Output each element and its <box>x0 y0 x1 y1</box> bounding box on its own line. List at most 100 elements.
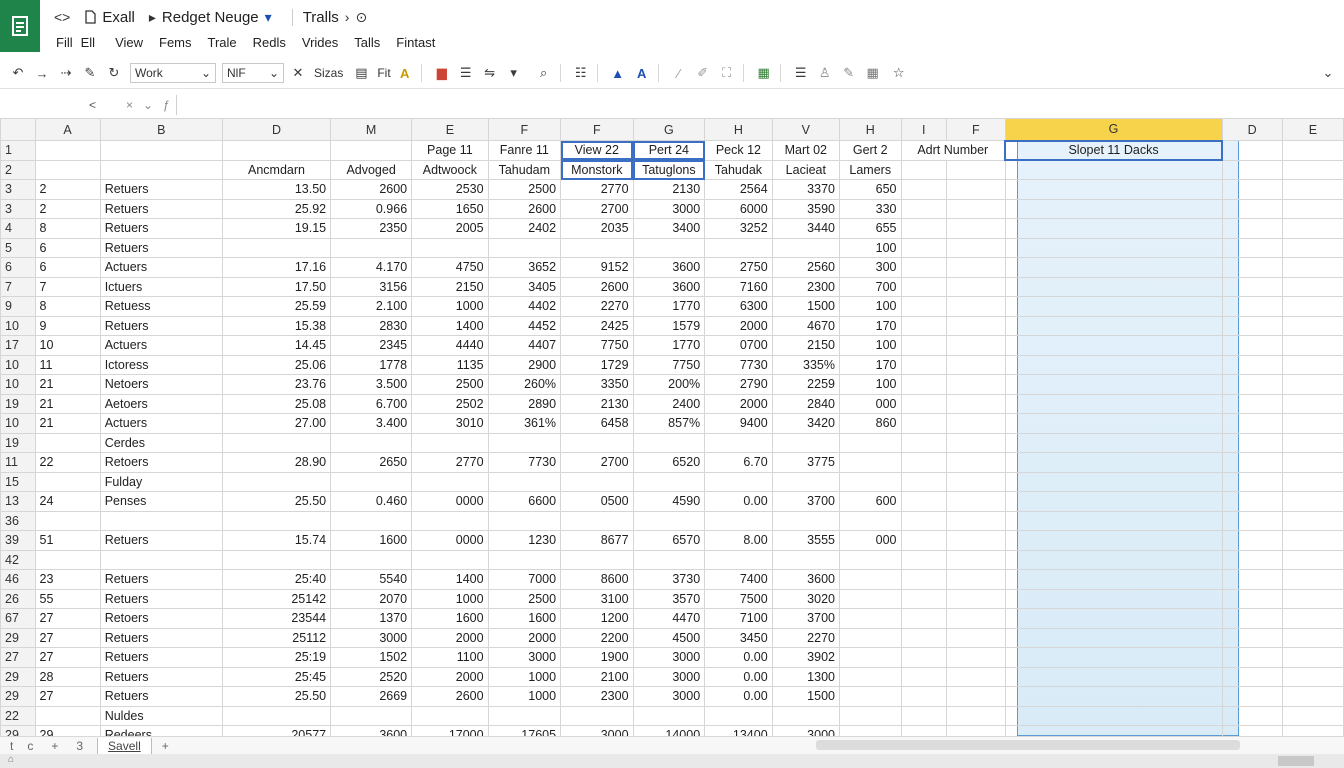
cell[interactable]: 14000 <box>632 725 706 736</box>
cell[interactable]: 1502 <box>330 647 413 668</box>
menu-reads[interactable]: Redls <box>253 35 286 50</box>
cell[interactable] <box>946 354 1006 375</box>
cell[interactable] <box>1281 159 1344 180</box>
cell[interactable] <box>1281 413 1344 434</box>
cell[interactable]: 27.00 <box>221 413 332 434</box>
cell[interactable]: 2502 <box>411 393 489 414</box>
cell[interactable] <box>1281 315 1344 336</box>
cell-selected[interactable]: Tatuglons <box>632 159 706 180</box>
cell[interactable]: 21 <box>34 374 101 395</box>
cell[interactable]: 2830 <box>330 315 413 336</box>
cell[interactable] <box>1004 179 1223 200</box>
cell[interactable] <box>900 432 948 453</box>
row-number[interactable]: 22 <box>0 705 36 726</box>
cell[interactable]: 655 <box>838 218 902 239</box>
cell[interactable]: 2130 <box>632 179 706 200</box>
cell[interactable] <box>946 218 1006 239</box>
cell[interactable]: 25142 <box>221 588 332 609</box>
cell[interactable] <box>99 159 223 180</box>
cell[interactable] <box>1221 315 1283 336</box>
cell[interactable]: 2520 <box>330 666 413 687</box>
cell[interactable]: 1600 <box>330 530 413 551</box>
cell[interactable]: 1230 <box>487 530 562 551</box>
cell[interactable]: 1000 <box>487 686 562 707</box>
cell[interactable]: 27 <box>34 608 101 629</box>
cell[interactable] <box>1281 276 1344 297</box>
horizontal-scrollbar[interactable] <box>816 740 1240 750</box>
cell[interactable]: Retuess <box>99 296 223 317</box>
row-number[interactable]: 39 <box>0 530 36 551</box>
cell[interactable] <box>838 549 902 570</box>
cell[interactable] <box>946 510 1006 531</box>
cell[interactable] <box>411 510 489 531</box>
cell[interactable] <box>1004 413 1223 434</box>
cell[interactable] <box>221 510 332 531</box>
cell[interactable]: 700 <box>838 276 902 297</box>
formula-input[interactable] <box>175 95 1344 115</box>
cell[interactable]: 7000 <box>487 569 562 590</box>
cell[interactable]: 1135 <box>411 354 489 375</box>
cell[interactable] <box>1221 257 1283 278</box>
cell[interactable]: 27 <box>34 647 101 668</box>
font-select[interactable]: Work ⌄ <box>130 63 216 83</box>
cell[interactable]: 21 <box>34 413 101 434</box>
cell[interactable] <box>1004 452 1223 473</box>
cell[interactable]: 2270 <box>560 296 634 317</box>
row-number[interactable]: 19 <box>0 393 36 414</box>
cell[interactable]: 100 <box>838 335 902 356</box>
cell[interactable] <box>946 471 1006 492</box>
row-number[interactable]: 10 <box>0 413 36 434</box>
cell[interactable] <box>946 179 1006 200</box>
chevron-down-icon[interactable]: ▾ <box>504 62 524 84</box>
cell[interactable]: 17605 <box>487 725 562 736</box>
cell[interactable] <box>1221 569 1283 590</box>
picture-icon[interactable]: ⛶ <box>717 62 737 84</box>
cell[interactable] <box>1281 588 1344 609</box>
cell[interactable]: 3652 <box>487 257 562 278</box>
cell[interactable]: 3440 <box>771 218 840 239</box>
column-header[interactable]: D <box>221 118 332 141</box>
cell[interactable] <box>99 549 223 570</box>
cell[interactable] <box>900 452 948 473</box>
cell[interactable] <box>946 530 1006 551</box>
cell[interactable] <box>1281 549 1344 570</box>
cell[interactable]: 3000 <box>632 647 706 668</box>
function-icon[interactable]: ⁄ <box>669 62 689 84</box>
cell[interactable]: Retuers <box>99 686 223 707</box>
cell[interactable] <box>1004 569 1223 590</box>
row-number[interactable]: 29 <box>0 725 36 736</box>
cell[interactable] <box>900 393 948 414</box>
arrow-icon[interactable]: ⇢ <box>56 62 76 84</box>
cell[interactable] <box>900 647 948 668</box>
cell[interactable] <box>1281 432 1344 453</box>
cell[interactable] <box>946 686 1006 707</box>
cell[interactable] <box>1221 413 1283 434</box>
cell[interactable]: 2890 <box>487 393 562 414</box>
cell[interactable]: 2530 <box>411 179 489 200</box>
collapse-icon[interactable]: ⌄ <box>1318 62 1338 84</box>
cell[interactable]: 6458 <box>560 413 634 434</box>
cell[interactable] <box>330 510 413 531</box>
cell[interactable] <box>411 471 489 492</box>
cell[interactable] <box>1281 335 1344 356</box>
cell[interactable]: 3370 <box>771 179 840 200</box>
cell[interactable] <box>411 432 489 453</box>
cell[interactable] <box>704 510 773 531</box>
cell[interactable]: Lamers <box>838 159 902 180</box>
cell[interactable]: 0000 <box>411 491 489 512</box>
cell[interactable]: 2000 <box>411 627 489 648</box>
cell[interactable]: 2259 <box>771 374 840 395</box>
column-header[interactable]: H <box>704 118 773 141</box>
cell[interactable]: 2300 <box>560 686 634 707</box>
cell[interactable]: 2270 <box>771 627 840 648</box>
cell[interactable] <box>1221 588 1283 609</box>
cell[interactable] <box>221 237 332 258</box>
cell[interactable]: Retuers <box>99 315 223 336</box>
cell[interactable] <box>900 315 948 336</box>
cell[interactable]: 330 <box>838 198 902 219</box>
cell[interactable]: 1400 <box>411 569 489 590</box>
cell[interactable]: 25.50 <box>221 491 332 512</box>
cell[interactable]: 4500 <box>632 627 706 648</box>
cell[interactable] <box>487 471 562 492</box>
cell[interactable]: 2750 <box>704 257 773 278</box>
